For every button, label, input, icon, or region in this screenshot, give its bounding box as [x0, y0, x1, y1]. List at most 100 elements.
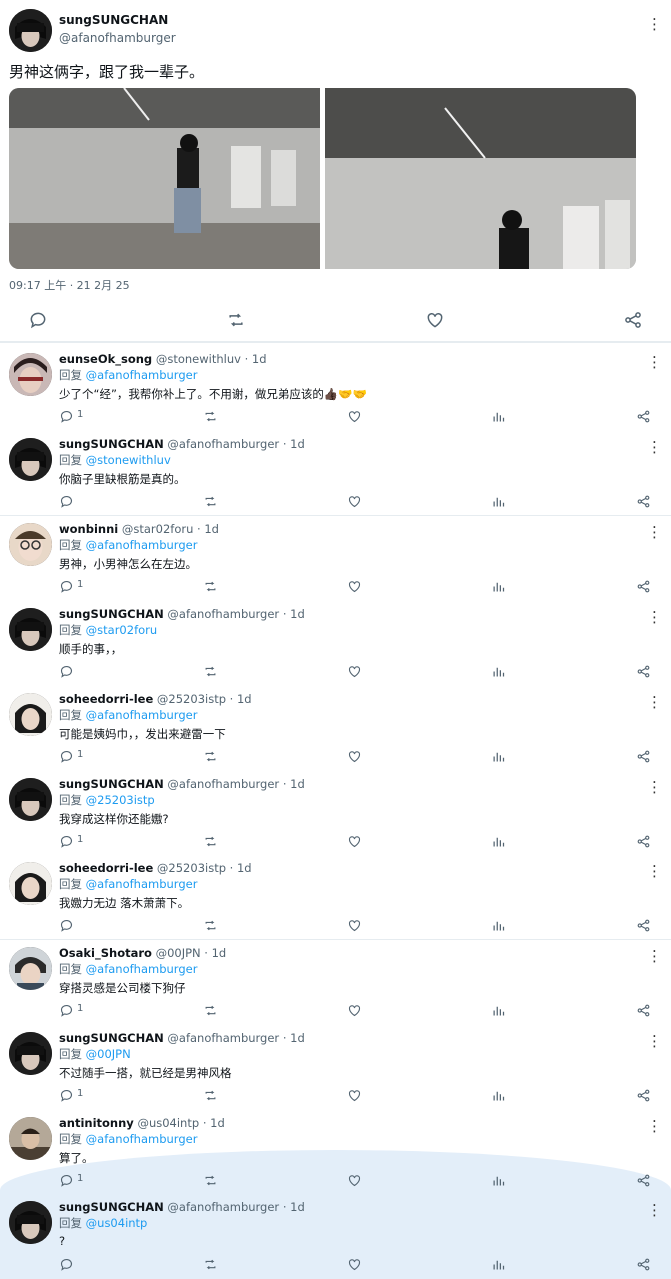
comment-icon[interactable] — [28, 310, 48, 330]
comment-icon[interactable] — [59, 749, 74, 764]
comment-icon[interactable] — [59, 1003, 74, 1018]
views-icon[interactable] — [491, 1003, 506, 1018]
more-options-icon[interactable]: ⋮ — [647, 607, 662, 627]
reply-mention-link[interactable]: @afanofhamburger — [86, 877, 198, 891]
share-icon[interactable] — [636, 1088, 651, 1103]
retweet-icon[interactable] — [203, 1088, 218, 1103]
reply-avatar[interactable] — [9, 862, 52, 905]
reply-avatar[interactable] — [9, 778, 52, 821]
share-icon[interactable] — [636, 494, 651, 509]
like-icon[interactable] — [347, 918, 362, 933]
like-icon[interactable] — [347, 494, 362, 509]
retweet-icon[interactable] — [203, 1257, 218, 1272]
reply-handle[interactable]: @afanofhamburger — [167, 1031, 279, 1045]
comment-icon[interactable] — [59, 834, 74, 849]
reply-mention-link[interactable]: @25203istp — [86, 793, 155, 807]
like-icon[interactable] — [347, 664, 362, 679]
reply-tweet[interactable]: sungSUNGCHAN @afanofhamburger · 1d 回复 @s… — [0, 428, 671, 512]
retweet-icon[interactable] — [203, 749, 218, 764]
reply-display-name[interactable]: antinitonny — [59, 1116, 134, 1130]
retweet-icon[interactable] — [203, 409, 218, 424]
more-options-icon[interactable]: ⋮ — [647, 1200, 662, 1220]
more-options-icon[interactable]: ⋮ — [647, 946, 662, 966]
share-icon[interactable] — [636, 1173, 651, 1188]
views-icon[interactable] — [491, 409, 506, 424]
share-icon[interactable] — [636, 1003, 651, 1018]
reply-tweet[interactable]: soheedorri-lee @25203istp · 1d 回复 @afano… — [0, 683, 671, 767]
reply-avatar[interactable] — [9, 947, 52, 990]
reply-handle[interactable]: @us04intp — [137, 1116, 199, 1130]
tweet-photo-1[interactable] — [9, 88, 320, 269]
share-icon[interactable] — [636, 579, 651, 594]
reply-display-name[interactable]: eunseOk_song — [59, 352, 152, 366]
reply-handle[interactable]: @afanofhamburger — [167, 1200, 279, 1214]
share-icon[interactable] — [636, 834, 651, 849]
reply-avatar[interactable] — [9, 693, 52, 736]
more-options-icon[interactable]: ⋮ — [647, 1031, 662, 1051]
share-icon[interactable] — [636, 664, 651, 679]
reply-handle[interactable]: @00JPN — [156, 946, 201, 960]
reply-avatar[interactable] — [9, 1117, 52, 1160]
comment-icon[interactable] — [59, 494, 74, 509]
like-icon[interactable] — [347, 579, 362, 594]
retweet-icon[interactable] — [203, 494, 218, 509]
reply-handle[interactable]: @star02foru — [122, 522, 194, 536]
comment-icon[interactable] — [59, 918, 74, 933]
reply-handle[interactable]: @afanofhamburger — [167, 777, 279, 791]
reply-avatar[interactable] — [9, 438, 52, 481]
more-options-icon[interactable]: ⋮ — [647, 522, 662, 542]
retweet-icon[interactable] — [203, 834, 218, 849]
views-icon[interactable] — [491, 664, 506, 679]
retweet-icon[interactable] — [203, 918, 218, 933]
retweet-icon[interactable] — [226, 310, 246, 330]
reply-display-name[interactable]: wonbinni — [59, 522, 118, 536]
comment-icon[interactable] — [59, 579, 74, 594]
reply-tweet[interactable]: antinitonny @us04intp · 1d 回复 @afanofham… — [0, 1107, 671, 1191]
more-options-icon[interactable]: ⋮ — [647, 14, 662, 34]
reply-tweet[interactable]: eunseOk_song @stonewithluv · 1d 回复 @afan… — [0, 343, 671, 427]
reply-handle[interactable]: @25203istp — [157, 692, 226, 706]
reply-tweet[interactable]: Osaki_Shotaro @00JPN · 1d 回复 @afanofhamb… — [0, 937, 671, 1021]
retweet-icon[interactable] — [203, 1003, 218, 1018]
views-icon[interactable] — [491, 749, 506, 764]
views-icon[interactable] — [491, 834, 506, 849]
reply-avatar[interactable] — [9, 608, 52, 651]
reply-display-name[interactable]: sungSUNGCHAN — [59, 777, 164, 791]
tweet-photo-2[interactable] — [325, 88, 636, 269]
more-options-icon[interactable]: ⋮ — [647, 437, 662, 457]
more-options-icon[interactable]: ⋮ — [647, 1116, 662, 1136]
views-icon[interactable] — [491, 918, 506, 933]
reply-handle[interactable]: @25203istp — [157, 861, 226, 875]
like-icon[interactable] — [425, 310, 445, 330]
reply-handle[interactable]: @afanofhamburger — [167, 437, 279, 451]
reply-tweet[interactable]: soheedorri-lee @25203istp · 1d 回复 @afano… — [0, 852, 671, 936]
comment-icon[interactable] — [59, 409, 74, 424]
comment-icon[interactable] — [59, 1088, 74, 1103]
main-handle[interactable]: @afanofhamburger — [59, 31, 176, 45]
reply-mention-link[interactable]: @afanofhamburger — [86, 708, 198, 722]
reply-tweet[interactable]: sungSUNGCHAN @afanofhamburger · 1d 回复 @s… — [0, 598, 671, 682]
share-icon[interactable] — [623, 310, 643, 330]
retweet-icon[interactable] — [203, 1173, 218, 1188]
reply-display-name[interactable]: sungSUNGCHAN — [59, 437, 164, 451]
reply-mention-link[interactable]: @afanofhamburger — [86, 368, 198, 382]
retweet-icon[interactable] — [203, 579, 218, 594]
reply-avatar[interactable] — [9, 1201, 52, 1244]
comment-icon[interactable] — [59, 1173, 74, 1188]
reply-display-name[interactable]: soheedorri-lee — [59, 692, 153, 706]
like-icon[interactable] — [347, 1257, 362, 1272]
more-options-icon[interactable]: ⋮ — [647, 692, 662, 712]
reply-display-name[interactable]: Osaki_Shotaro — [59, 946, 152, 960]
reply-tweet[interactable]: sungSUNGCHAN @afanofhamburger · 1d 回复 @0… — [0, 1022, 671, 1106]
reply-mention-link[interactable]: @afanofhamburger — [86, 538, 198, 552]
reply-tweet[interactable]: sungSUNGCHAN @afanofhamburger · 1d 回复 @u… — [0, 1191, 671, 1275]
reply-mention-link[interactable]: @00JPN — [86, 1047, 131, 1061]
like-icon[interactable] — [347, 834, 362, 849]
reply-mention-link[interactable]: @us04intp — [86, 1216, 148, 1230]
more-options-icon[interactable]: ⋮ — [647, 777, 662, 797]
like-icon[interactable] — [347, 409, 362, 424]
share-icon[interactable] — [636, 749, 651, 764]
views-icon[interactable] — [491, 1257, 506, 1272]
reply-display-name[interactable]: sungSUNGCHAN — [59, 607, 164, 621]
reply-handle[interactable]: @afanofhamburger — [167, 607, 279, 621]
